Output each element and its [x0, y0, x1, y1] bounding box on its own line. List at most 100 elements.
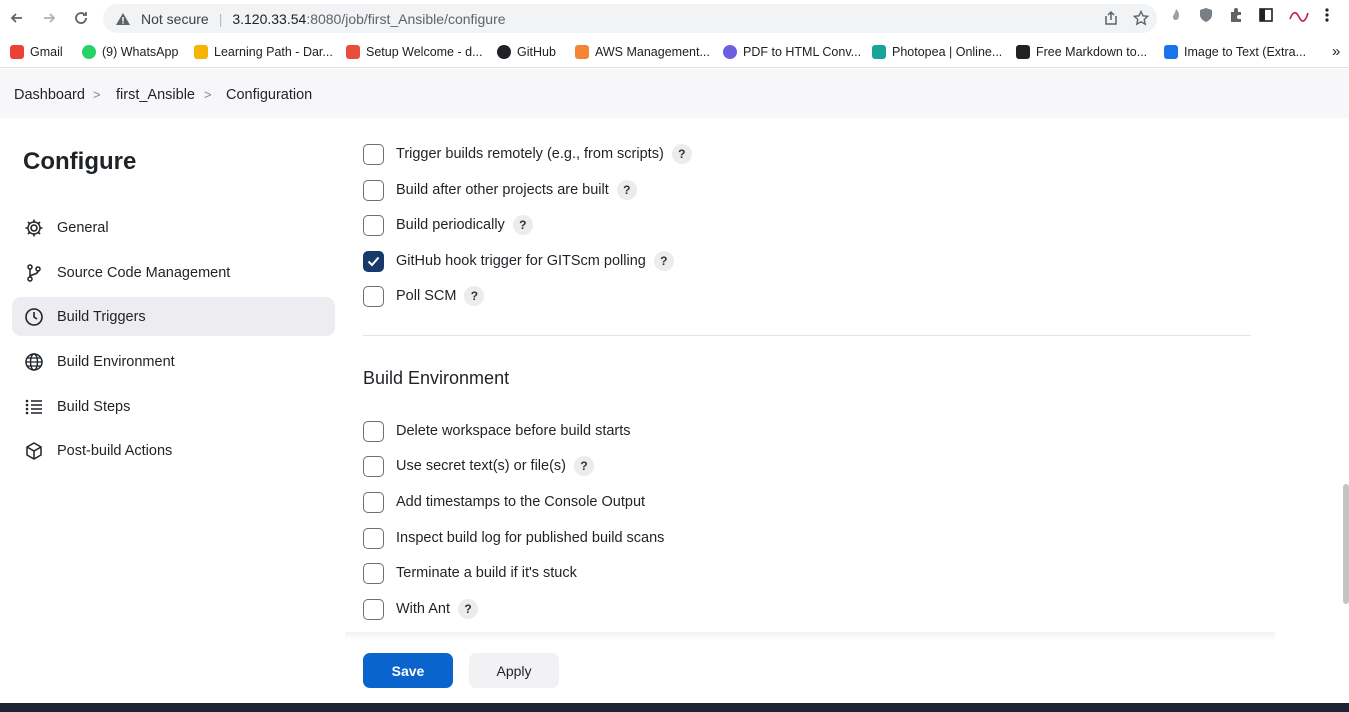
checkbox[interactable]	[363, 420, 384, 442]
reload-icon[interactable]	[69, 6, 93, 30]
sidebar-item-label: Build Steps	[57, 398, 131, 415]
help-icon[interactable]: ?	[653, 251, 674, 271]
bookmark-aws[interactable]: AWS Management...	[575, 45, 710, 59]
shield-icon[interactable]	[1198, 7, 1214, 28]
share-icon[interactable]	[1103, 10, 1119, 29]
trigger-after-other-projects-option[interactable]: Build after other projects are built ?	[363, 178, 637, 202]
profile-avatar-icon[interactable]	[1288, 7, 1310, 28]
apply-button[interactable]: Apply	[469, 653, 559, 688]
checkbox[interactable]	[363, 179, 384, 201]
help-icon[interactable]: ?	[616, 180, 637, 200]
bookmark-gmail[interactable]: Gmail	[10, 45, 63, 59]
bookmark-pdf-to-html[interactable]: PDF to HTML Conv...	[723, 45, 861, 59]
breadcrumb-configuration[interactable]: Configuration	[226, 87, 312, 103]
bookmark-github[interactable]: GitHub	[497, 45, 556, 59]
checkbox[interactable]	[363, 455, 384, 477]
checkbox-label: Build after other projects are built	[396, 182, 609, 198]
checkbox-label: Inspect build log for published build sc…	[396, 530, 665, 546]
checkbox-label: Poll SCM	[396, 288, 457, 304]
extension-icon[interactable]	[1168, 7, 1184, 28]
bookmark-label: (9) WhatsApp	[102, 45, 179, 59]
clock-icon	[23, 306, 45, 328]
breadcrumb-job[interactable]: first_Ansible	[116, 87, 195, 103]
help-icon[interactable]: ?	[671, 144, 692, 164]
image-to-text-icon	[1164, 45, 1178, 59]
section-divider	[363, 335, 1251, 336]
back-icon[interactable]	[5, 6, 29, 30]
bookmark-setup-welcome[interactable]: Setup Welcome - d...	[346, 45, 483, 59]
gear-icon	[23, 217, 45, 239]
checkbox[interactable]	[363, 285, 384, 307]
list-icon	[23, 396, 45, 418]
help-icon[interactable]: ?	[512, 215, 533, 235]
sidebar-item-post-build-actions[interactable]: Post-build Actions	[12, 431, 335, 470]
bookmark-whatsapp[interactable]: (9) WhatsApp	[82, 45, 178, 59]
save-button[interactable]: Save	[363, 653, 453, 688]
breadcrumb: Dashboard > first_Ansible > Configuratio…	[0, 69, 1349, 118]
section-title-build-environment: Build Environment	[363, 368, 510, 388]
sidebar-item-source-code-management[interactable]: Source Code Management	[12, 253, 335, 292]
bookmark-markdown[interactable]: Free Markdown to...	[1016, 45, 1147, 59]
checkbox-label: Build periodically	[396, 217, 505, 233]
url-separator: |	[218, 10, 223, 27]
env-with-ant-option[interactable]: With Ant ?	[363, 597, 478, 621]
bottom-bar-shadow	[345, 632, 1275, 640]
sidebar-item-general[interactable]: General	[12, 208, 335, 247]
bookmark-star-icon[interactable]	[1132, 9, 1150, 29]
bookmark-photopea[interactable]: Photopea | Online...	[872, 45, 1002, 59]
sidebar-item-build-triggers[interactable]: Build Triggers	[12, 297, 335, 336]
checkmark-icon	[367, 256, 380, 266]
sidebar-item-build-steps[interactable]: Build Steps	[12, 387, 335, 426]
trigger-github-hook-option[interactable]: GitHub hook trigger for GITScm polling ?	[363, 249, 674, 273]
trigger-poll-scm-option[interactable]: Poll SCM ?	[363, 284, 485, 308]
bookmark-label: PDF to HTML Conv...	[743, 45, 862, 59]
gmail-icon	[10, 45, 24, 59]
help-icon[interactable]: ?	[458, 599, 478, 619]
sidebar-item-label: Source Code Management	[57, 264, 231, 281]
trigger-periodically-option[interactable]: Build periodically ?	[363, 213, 533, 237]
omnibox-actions	[1103, 9, 1150, 29]
bookmark-label: GitHub	[517, 45, 556, 59]
extension-icons	[1168, 7, 1330, 28]
checkbox[interactable]	[363, 143, 384, 165]
breadcrumb-dashboard[interactable]: Dashboard	[14, 87, 85, 103]
sidebar-item-build-environment[interactable]: Build Environment	[12, 342, 335, 381]
bookmark-image-to-text[interactable]: Image to Text (Extra...	[1164, 45, 1306, 59]
trigger-remote-option[interactable]: Trigger builds remotely (e.g., from scri…	[363, 142, 692, 166]
chevron-right-icon: >	[93, 87, 101, 102]
sidebar-item-label: Build Triggers	[57, 308, 146, 325]
bookmark-learning-path[interactable]: Learning Path - Dar...	[194, 45, 333, 59]
sidebar-item-label: General	[57, 219, 109, 236]
scrollbar-thumb[interactable]	[1343, 484, 1349, 604]
env-inspect-build-log-option[interactable]: Inspect build log for published build sc…	[363, 526, 664, 550]
help-icon[interactable]: ?	[574, 456, 594, 476]
checkbox-label: With Ant	[396, 601, 450, 617]
github-icon	[497, 45, 511, 59]
menu-icon[interactable]	[1324, 7, 1330, 28]
security-label: Not secure	[141, 10, 209, 27]
checkbox[interactable]	[363, 527, 384, 549]
page-title: Configure	[23, 148, 137, 175]
browser-toolbar: Not secure | 3.120.33.54:8080/job/first_…	[0, 0, 1349, 37]
whatsapp-icon	[82, 45, 96, 59]
env-terminate-stuck-option[interactable]: Terminate a build if it's stuck	[363, 561, 577, 585]
checkbox[interactable]	[363, 491, 384, 513]
bookmark-label: Learning Path - Dar...	[214, 45, 333, 59]
env-delete-workspace-option[interactable]: Delete workspace before build starts	[363, 419, 631, 443]
checkbox[interactable]	[363, 598, 384, 620]
forward-icon[interactable]	[37, 6, 61, 30]
bookmark-label: Photopea | Online...	[892, 45, 1003, 59]
package-icon	[23, 440, 45, 462]
url-bar[interactable]: Not secure | 3.120.33.54:8080/job/first_…	[103, 4, 1157, 33]
checkbox[interactable]	[363, 214, 384, 236]
side-panel-icon[interactable]	[1258, 7, 1274, 28]
help-icon[interactable]: ?	[464, 286, 485, 306]
os-taskbar	[0, 703, 1349, 712]
bookmark-label: Gmail	[30, 45, 63, 59]
puzzle-icon[interactable]	[1228, 7, 1244, 28]
checkbox-checked[interactable]	[363, 250, 384, 272]
checkbox[interactable]	[363, 562, 384, 584]
more-bookmarks-icon[interactable]: »	[1332, 43, 1340, 60]
env-secret-text-option[interactable]: Use secret text(s) or file(s) ?	[363, 454, 594, 478]
env-timestamps-option[interactable]: Add timestamps to the Console Output	[363, 490, 645, 514]
